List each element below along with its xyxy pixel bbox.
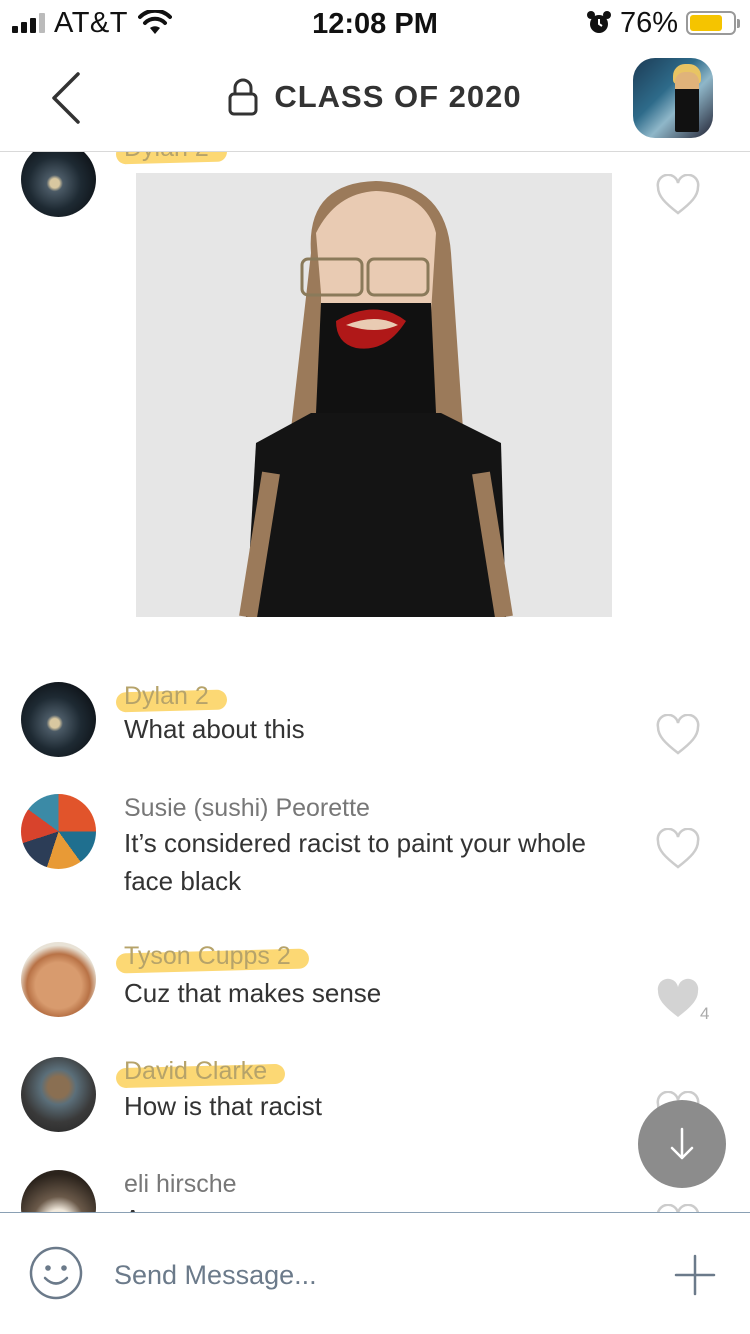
group-avatar[interactable]	[633, 58, 713, 138]
smiley-icon[interactable]	[28, 1245, 84, 1301]
heart-icon[interactable]	[655, 174, 701, 216]
author-name: Dylan 2	[124, 152, 209, 163]
message-text: Cuz that makes sense	[124, 978, 382, 1008]
battery-percent: 76%	[619, 6, 678, 39]
author-name: eli hirsche	[124, 1170, 237, 1198]
message-input[interactable]	[114, 1255, 634, 1295]
message-text: A	[124, 1200, 624, 1212]
heart-filled-icon[interactable]	[655, 978, 701, 1020]
message-text: How is that racist	[124, 1091, 322, 1121]
message-list[interactable]: Dylan 2 Dylan 2 What about this	[0, 152, 750, 1212]
plus-icon[interactable]	[673, 1253, 717, 1297]
heart-icon[interactable]	[655, 714, 701, 756]
heart-icon[interactable]	[655, 1204, 701, 1212]
avatar[interactable]	[21, 794, 96, 869]
author-name: Dylan 2	[124, 682, 209, 710]
message-text: What about this	[124, 714, 305, 744]
avatar[interactable]	[21, 1170, 96, 1212]
post-image[interactable]	[136, 173, 612, 617]
avatar[interactable]	[21, 682, 96, 757]
lock-icon	[228, 78, 258, 116]
battery-level	[690, 15, 722, 31]
avatar[interactable]	[21, 942, 96, 1017]
author-name: Susie (sushi) Peorette	[124, 794, 370, 822]
battery-icon	[686, 11, 740, 35]
group-title: CLASS OF 2020	[274, 79, 522, 114]
like-count: 4	[700, 1004, 710, 1023]
arrow-down-icon	[670, 1127, 694, 1160]
chat-header: CLASS OF 2020	[0, 46, 750, 152]
avatar[interactable]	[21, 1057, 96, 1132]
avatar[interactable]	[21, 152, 96, 217]
heart-icon[interactable]	[655, 828, 701, 870]
alarm-clock-icon	[586, 11, 611, 33]
author-name: Tyson Cupps 2	[124, 942, 291, 970]
photo-icon	[136, 173, 612, 617]
message-composer	[0, 1212, 750, 1334]
message-text: It’s considered racist to paint your who…	[124, 828, 586, 896]
status-bar: AT&T 12:08 PM 76%	[0, 0, 750, 46]
scroll-to-bottom-button[interactable]	[638, 1100, 726, 1188]
author-name: David Clarke	[124, 1057, 268, 1085]
